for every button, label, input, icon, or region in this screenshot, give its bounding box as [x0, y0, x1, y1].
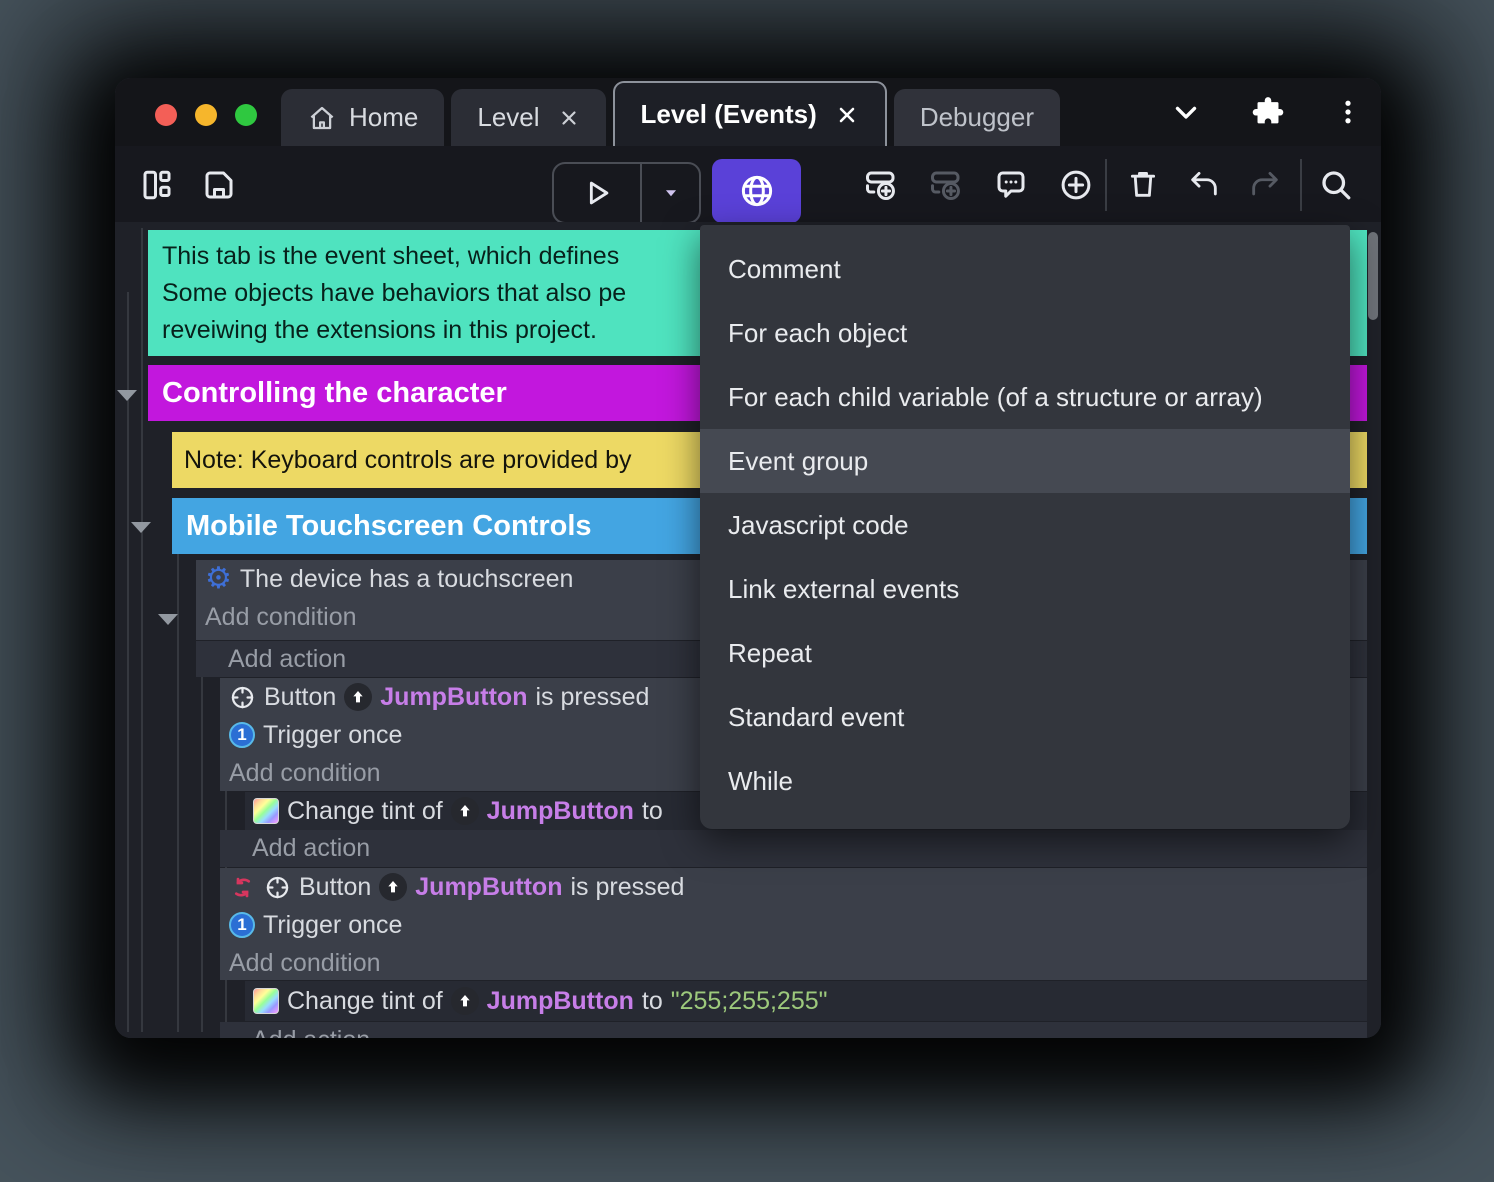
button-object-icon [264, 874, 291, 901]
tab-label: Debugger [919, 102, 1035, 132]
delete-icon[interactable] [1126, 167, 1160, 201]
search-icon[interactable] [1318, 167, 1354, 203]
title-bar: Home Level Level (Events) Debugger [115, 78, 1381, 146]
menu-item-while[interactable]: While [700, 749, 1350, 813]
trigger-once-icon: 1 [229, 722, 255, 748]
menu-item-link-external-events[interactable]: Link external events [700, 557, 1350, 621]
row-text: JumpButton [486, 986, 634, 1015]
tint-icon [253, 988, 279, 1014]
add-action-row[interactable]: Add action [220, 1022, 1367, 1038]
row-text: JumpButton [380, 682, 528, 711]
kebab-menu-icon[interactable] [1333, 97, 1363, 127]
condition-row[interactable]: 1 Trigger once [220, 906, 1367, 944]
close-window-button[interactable] [155, 104, 177, 126]
app-window: Home Level Level (Events) Debugger This … [115, 78, 1381, 1038]
collapse-arrow-icon[interactable] [117, 390, 137, 401]
jump-arrow-icon [450, 797, 479, 825]
chevron-down-icon[interactable] [1169, 95, 1203, 129]
row-text: is pressed [570, 872, 685, 901]
row-text: is pressed [535, 682, 650, 711]
note-text: Note: Keyboard controls are provided by [184, 445, 632, 474]
tint-icon [253, 798, 279, 824]
trigger-once-icon: 1 [229, 912, 255, 938]
add-event-context-menu: Comment For each object For each child var… [700, 225, 1350, 829]
menu-item-event-group[interactable]: Event group [700, 429, 1350, 493]
redo-icon[interactable] [1248, 167, 1282, 201]
row-text: The device has a touchscreen [239, 564, 574, 593]
tab-bar: Home Level Level (Events) Debugger [281, 78, 1121, 146]
close-tab-icon[interactable] [558, 107, 580, 129]
preview-options-caret-icon[interactable] [642, 182, 699, 204]
zoom-window-button[interactable] [235, 104, 257, 126]
row-text: Trigger once [263, 910, 403, 939]
row-text: Change tint of [287, 796, 443, 825]
row-text: JumpButton [486, 796, 634, 825]
add-subevent-icon[interactable] [928, 167, 964, 203]
collapse-arrow-icon[interactable] [158, 614, 178, 625]
tab-label: Level [477, 102, 540, 132]
menu-item-for-each-object[interactable]: For each object [700, 301, 1350, 365]
menu-item-for-each-child-variable-of-a-structure-or-array[interactable]: For each child variable (of a structure … [700, 365, 1350, 429]
row-text: "255;255;255" [670, 986, 828, 1015]
row-text: to [641, 796, 663, 825]
layout-panels-icon[interactable] [139, 167, 175, 203]
menu-item-comment[interactable]: Comment [700, 237, 1350, 301]
event-block[interactable]: Button JumpButton is pressed 1 Trigger on… [220, 868, 1367, 980]
tab-debugger[interactable]: Debugger [893, 89, 1061, 146]
collapse-arrow-icon[interactable] [131, 522, 151, 533]
menu-item-repeat[interactable]: Repeat [700, 621, 1350, 685]
home-icon [307, 103, 337, 133]
tab-level[interactable]: Level [451, 89, 606, 146]
divider [1105, 159, 1107, 211]
menu-item-standard-event[interactable]: Standard event [700, 685, 1350, 749]
menu-item-javascript-code[interactable]: Javascript code [700, 493, 1350, 557]
add-action-link[interactable]: Add action [252, 834, 370, 863]
condition-row[interactable]: Button JumpButton is pressed [220, 868, 1367, 906]
add-condition-link[interactable]: Add condition [220, 944, 1367, 982]
toolbar [115, 146, 1381, 224]
vertical-scrollbar-thumb[interactable] [1368, 232, 1378, 320]
button-object-icon [229, 684, 256, 711]
row-text: Trigger once [263, 720, 403, 749]
gear-icon: ⚙ [205, 562, 232, 595]
save-icon[interactable] [201, 167, 237, 203]
add-comment-icon[interactable] [993, 167, 1029, 203]
invert-condition-icon [229, 874, 256, 901]
add-event-globe-button[interactable] [712, 159, 801, 223]
row-text: Button [299, 872, 372, 901]
close-tab-icon[interactable] [835, 103, 859, 127]
add-action-row[interactable]: Add action [220, 830, 1367, 867]
divider [1300, 159, 1302, 211]
addons-puzzle-icon[interactable] [1251, 95, 1285, 129]
globe-icon [738, 172, 776, 210]
group-title: Mobile Touchscreen Controls [186, 509, 592, 542]
preview-button-group [552, 162, 701, 224]
jump-arrow-icon [344, 683, 373, 711]
tab-label: Level (Events) [640, 99, 817, 129]
jump-arrow-icon [450, 987, 479, 1015]
row-text: Button [264, 682, 337, 711]
jump-arrow-icon [379, 873, 408, 901]
play-icon[interactable] [554, 176, 640, 210]
action-row[interactable]: Change tint of JumpButton to "255;255;25… [245, 981, 1367, 1021]
tab-home[interactable]: Home [281, 89, 445, 146]
add-action-link[interactable]: Add action [252, 1026, 370, 1039]
add-action-link[interactable]: Add action [228, 645, 346, 674]
group-title: Controlling the character [162, 376, 507, 409]
row-text: to [641, 986, 663, 1015]
tab-level-events[interactable]: Level (Events) [612, 81, 887, 146]
add-event-icon[interactable] [863, 167, 899, 203]
row-text: JumpButton [415, 872, 563, 901]
plus-circle-icon[interactable] [1058, 167, 1094, 203]
tab-label: Home [349, 102, 419, 132]
undo-icon[interactable] [1187, 167, 1221, 201]
row-text: Change tint of [287, 986, 443, 1015]
minimize-window-button[interactable] [195, 104, 217, 126]
